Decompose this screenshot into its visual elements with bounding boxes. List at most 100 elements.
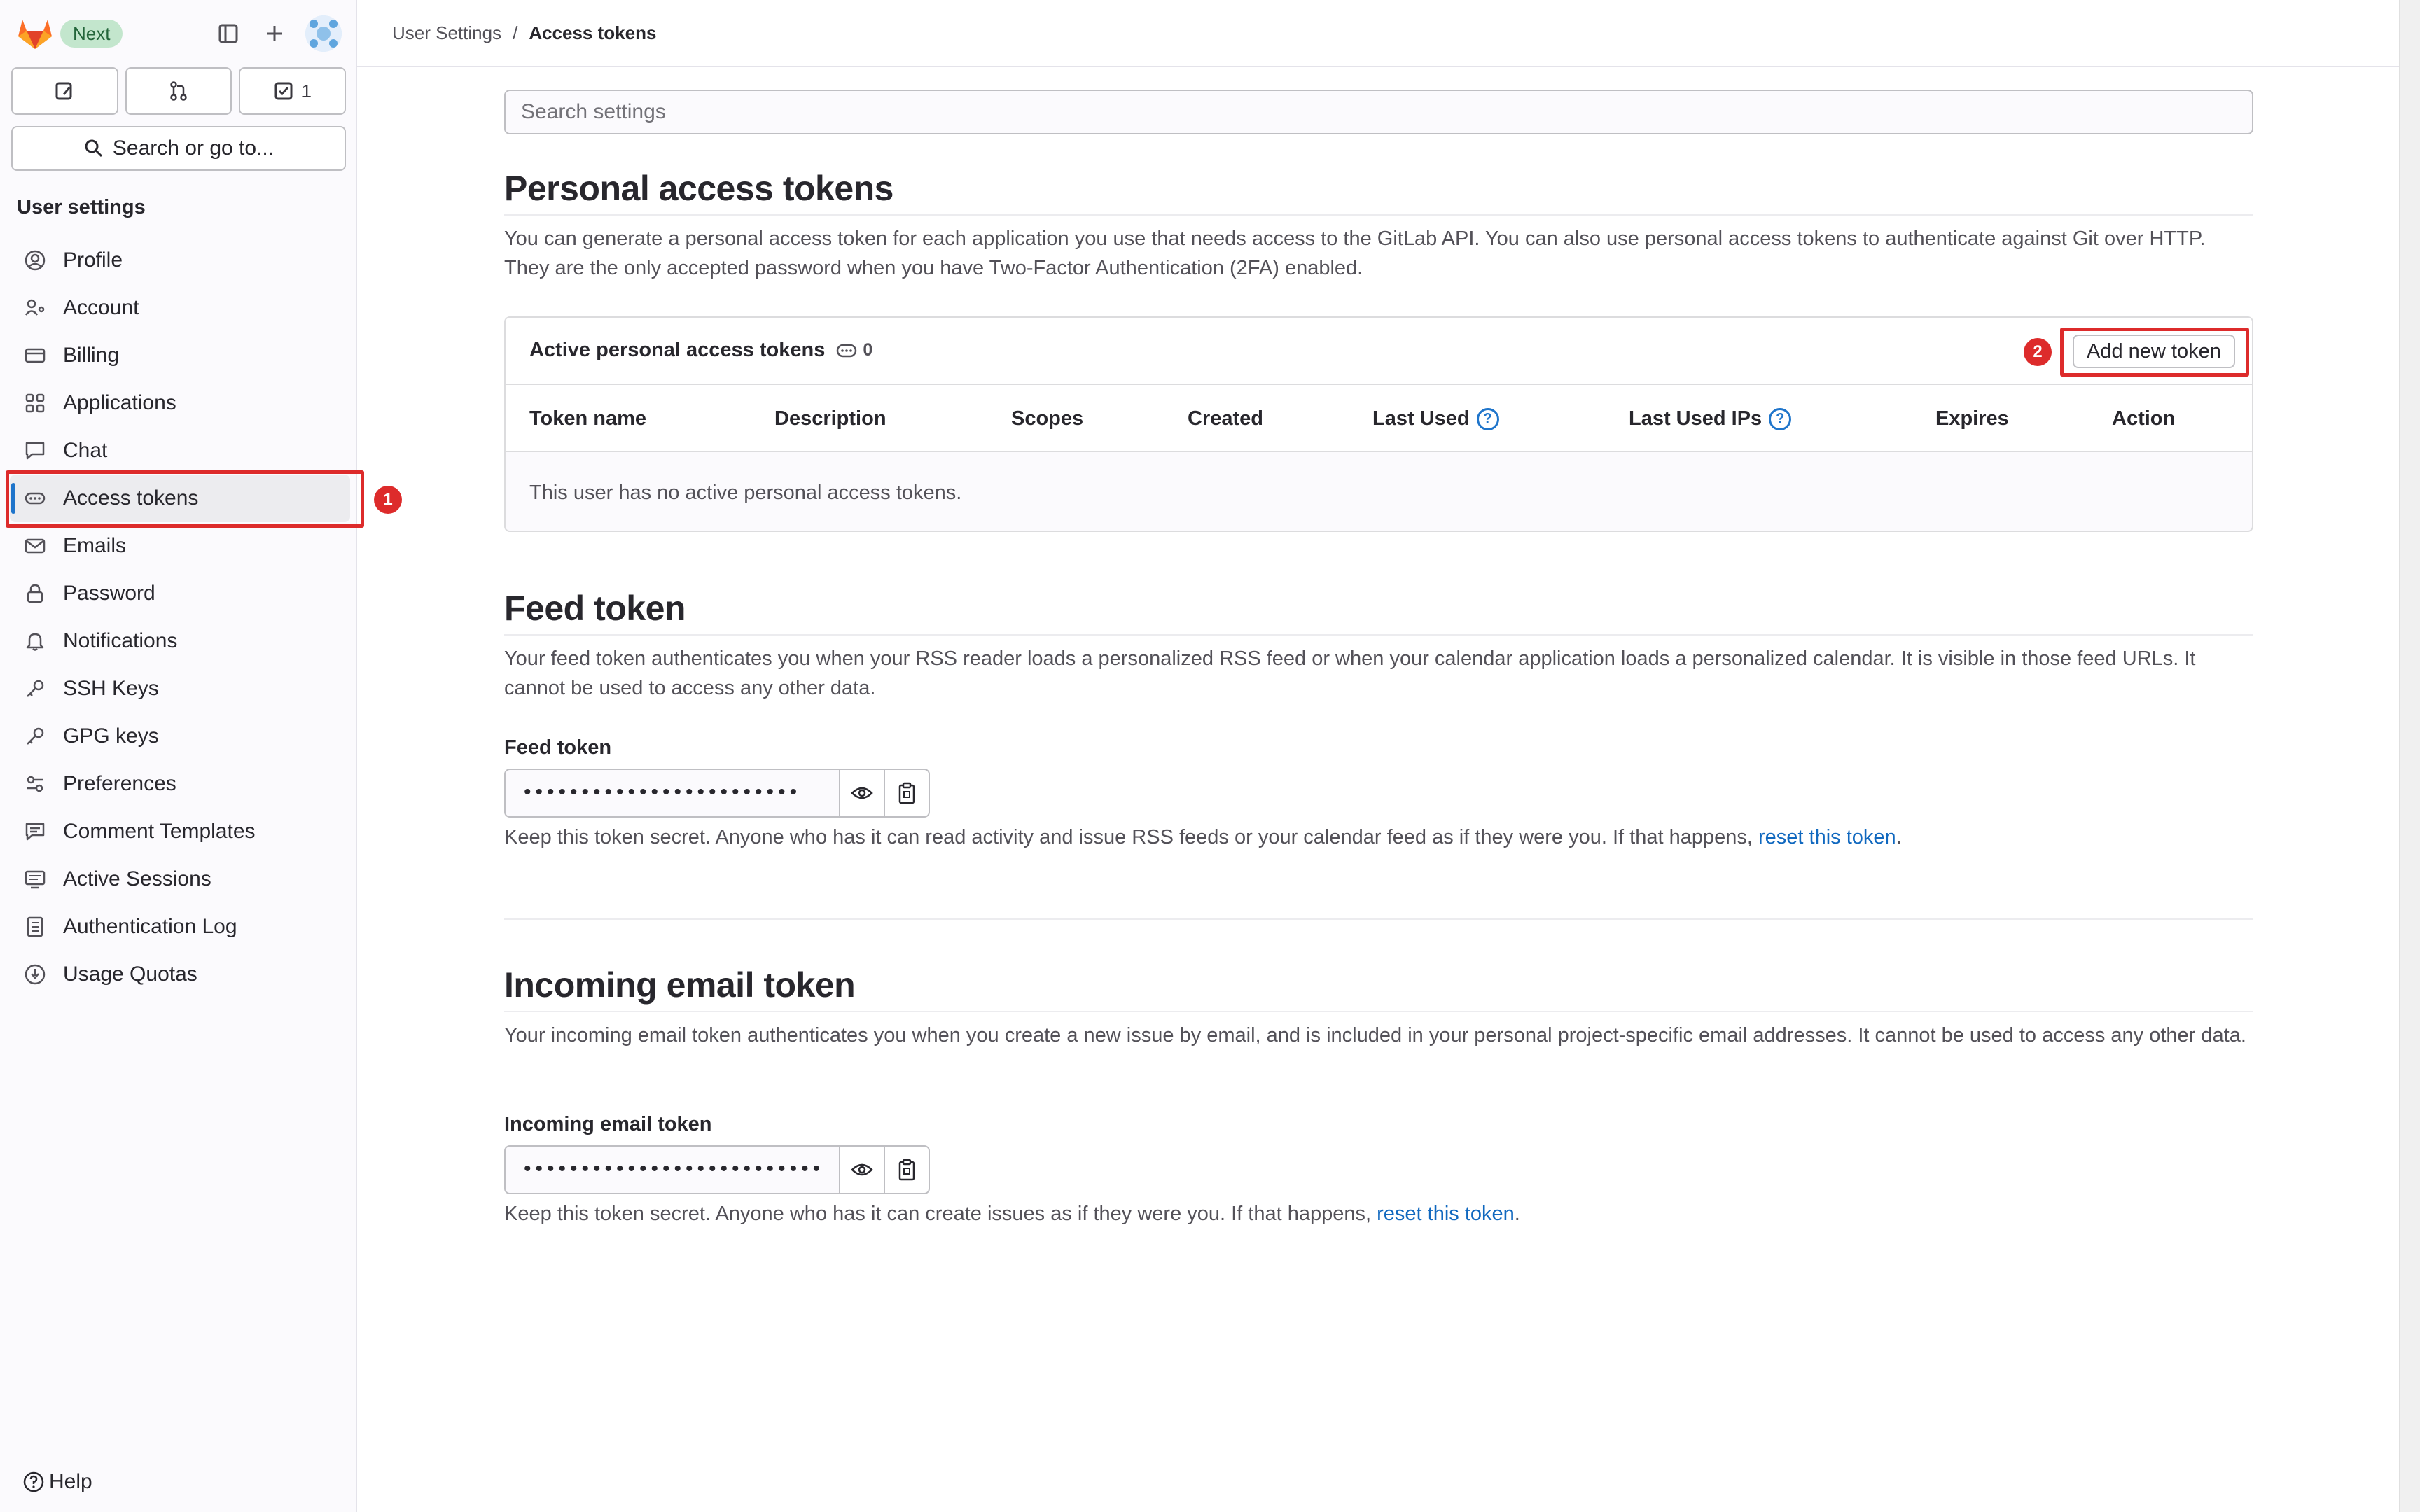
settings-nav: Profile Account Billing Applications Cha… (10, 237, 350, 998)
column-header: Description (774, 407, 886, 430)
sidebar-item-label: SSH Keys (63, 677, 159, 700)
merge-request-icon (170, 81, 187, 101)
token-icon (837, 344, 857, 357)
feed-token-input[interactable]: •••••••••••••••••••••••• (504, 769, 840, 818)
column-header: Expires (1935, 407, 2009, 430)
question-icon[interactable]: ? (1476, 407, 1499, 430)
billing-icon (21, 342, 49, 370)
sidebar-item-ssh-keys[interactable]: SSH Keys (10, 665, 350, 713)
search-or-go-to-button[interactable]: Search or go to... (11, 126, 346, 171)
sidebar-item-emails[interactable]: Emails (10, 522, 350, 570)
feed-token-field: •••••••••••••••••••••••• (504, 769, 930, 818)
sidebar-item-notifications[interactable]: Notifications (10, 617, 350, 665)
monitor-icon (21, 865, 49, 893)
next-badge[interactable]: Next (60, 20, 123, 48)
sidebar-item-comment-templates[interactable]: Comment Templates (10, 808, 350, 855)
active-tokens-title: Active personal access tokens 0 (529, 339, 872, 362)
chat-icon (21, 437, 49, 465)
merge-requests-tab[interactable] (125, 67, 232, 115)
incoming-email-token-label: Incoming email token (504, 1113, 712, 1135)
sidebar-item-label: Preferences (63, 772, 176, 795)
sidebar-item-preferences[interactable]: Preferences (10, 760, 350, 808)
lock-icon (21, 580, 49, 608)
breadcrumb-user-settings[interactable]: User Settings (392, 22, 501, 44)
bell-icon (21, 627, 49, 655)
sidebar-item-gpg-keys[interactable]: GPG keys (10, 713, 350, 760)
todos-tab[interactable]: 1 (239, 67, 347, 115)
breadcrumb: User Settings / Access tokens (392, 22, 656, 44)
sidebar-item-usage-quotas[interactable]: Usage Quotas (10, 951, 350, 998)
reset-feed-token-link[interactable]: reset this token (1758, 826, 1896, 848)
key-icon (21, 675, 49, 703)
token-count: 0 (836, 340, 872, 360)
reveal-incoming-token-button[interactable] (840, 1145, 885, 1194)
clipboard-icon (898, 782, 915, 804)
incoming-title-divider (504, 1011, 2253, 1012)
question-icon[interactable]: ? (1769, 407, 1792, 430)
top-bar: User Settings / Access tokens (357, 0, 2420, 67)
column-header-label: Last Used IPs (1629, 407, 1762, 430)
sidebar-item-chat[interactable]: Chat (10, 427, 350, 475)
preferences-icon (21, 770, 49, 798)
incoming-email-token-input[interactable]: •••••••••••••••••••••••••• (504, 1145, 840, 1194)
active-tokens-card-header: Active personal access tokens 0 Add new … (506, 318, 2252, 385)
sidebar-item-label: Chat (63, 439, 108, 462)
help-label: Help (49, 1470, 92, 1493)
incoming-email-token-description: Your incoming email token authenticates … (504, 1024, 2246, 1046)
reset-incoming-token-link[interactable]: reset this token (1377, 1203, 1515, 1225)
sidebar-counters: 1 (11, 67, 347, 115)
todo-count: 1 (301, 80, 312, 102)
feed-title-divider (504, 634, 2253, 636)
help-button[interactable]: Help (22, 1470, 92, 1494)
avatar[interactable] (305, 15, 342, 52)
incoming-token-help-suffix: . (1514, 1203, 1520, 1225)
feed-token-description: Your feed token authenticates you when y… (504, 648, 2196, 699)
plus-icon[interactable] (256, 15, 293, 52)
toggle-sidebar-icon[interactable] (210, 15, 246, 52)
active-tokens-title-text: Active personal access tokens (529, 339, 826, 361)
todo-icon (274, 82, 293, 100)
eye-icon (851, 787, 873, 799)
sidebar-item-billing[interactable]: Billing (10, 332, 350, 379)
sidebar-item-applications[interactable]: Applications (10, 379, 350, 427)
sidebar-item-label: Profile (63, 248, 123, 272)
settings-search-input[interactable]: Search settings (504, 90, 2253, 134)
breadcrumb-access-tokens[interactable]: Access tokens (529, 22, 656, 44)
sidebar-item-authentication-log[interactable]: Authentication Log (10, 903, 350, 951)
incoming-email-token-title: Incoming email token (504, 965, 856, 1004)
key-icon (21, 722, 49, 750)
pat-description: You can generate a personal access token… (504, 227, 2206, 279)
sidebar-item-password[interactable]: Password (10, 570, 350, 617)
highlight-box-add-new-token (2060, 328, 2249, 377)
column-header: Created (1188, 407, 1263, 430)
search-icon (85, 139, 102, 158)
feed-token-title: Feed token (504, 589, 686, 628)
column-header: Action (2112, 407, 2176, 430)
mail-icon (21, 532, 49, 560)
pat-title: Personal access tokens (504, 169, 894, 208)
sidebar-item-active-sessions[interactable]: Active Sessions (10, 855, 350, 903)
sidebar-item-label: Account (63, 296, 139, 319)
sidebar-item-account[interactable]: Account (10, 284, 350, 332)
eye-icon (851, 1163, 873, 1176)
sidebar-heading: User settings (17, 196, 146, 218)
quota-icon (21, 960, 49, 988)
gitlab-logo-icon[interactable] (15, 17, 55, 50)
section-divider (504, 918, 2253, 920)
token-count-value: 0 (863, 340, 873, 360)
tokens-table-header: Token name Description Scopes Created La… (506, 385, 2252, 452)
log-icon (21, 913, 49, 941)
pat-title-divider (504, 214, 2253, 216)
incoming-email-token-help: Keep this token secret. Anyone who has i… (504, 1203, 1520, 1226)
empty-state-text: This user has no active personal access … (529, 482, 962, 504)
sidebar-item-label: Usage Quotas (63, 962, 197, 986)
sidebar-item-label: Applications (63, 391, 176, 414)
account-icon (21, 294, 49, 322)
copy-incoming-token-button[interactable] (885, 1145, 930, 1194)
issues-tab[interactable] (11, 67, 118, 115)
copy-feed-token-button[interactable] (885, 769, 930, 818)
page-scrollbar[interactable] (2399, 0, 2420, 1512)
sidebar-item-profile[interactable]: Profile (10, 237, 350, 284)
issues-icon (55, 82, 72, 100)
reveal-feed-token-button[interactable] (840, 769, 885, 818)
